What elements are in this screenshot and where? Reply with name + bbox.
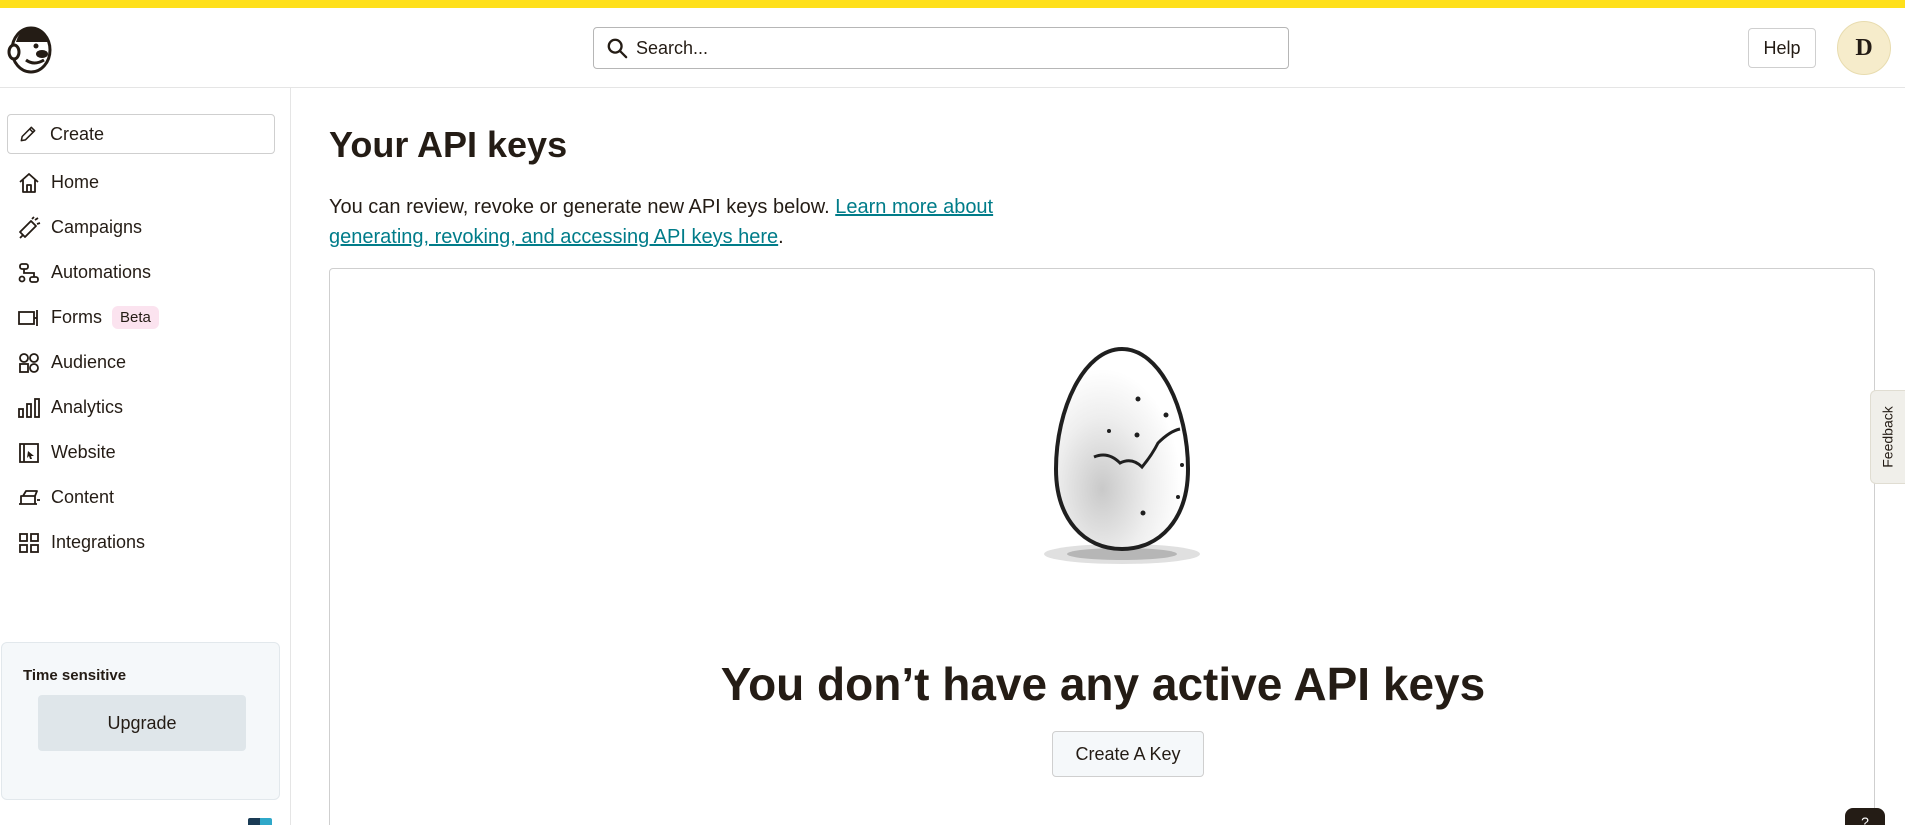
page-description: You can review, revoke or generate new A…	[329, 192, 1089, 252]
help-fab[interactable]: ?	[1845, 808, 1885, 825]
sidebar-item-content[interactable]: Content	[0, 475, 290, 520]
cracked-egg-illustration	[1044, 346, 1200, 564]
content-icon	[16, 485, 42, 511]
grid-icon	[16, 530, 42, 556]
create-key-button[interactable]: Create A Key	[1052, 731, 1204, 777]
sidebar-item-label: Forms	[51, 307, 102, 327]
sidebar-item-campaigns[interactable]: Campaigns	[0, 205, 290, 250]
audience-icon	[16, 350, 42, 376]
sidebar-item-home[interactable]: Home	[0, 160, 290, 205]
sidebar: Create Home Campaigns Automations Forms	[0, 88, 291, 825]
sidebar-item-label: Audience	[51, 352, 127, 372]
sidebar-item-analytics[interactable]: Analytics	[0, 385, 290, 430]
bar-chart-icon	[16, 395, 42, 421]
description-suffix: .	[778, 226, 784, 248]
main-content: Your API keys You can review, revoke or …	[291, 88, 1905, 825]
mailchimp-logo-icon[interactable]	[6, 22, 56, 76]
beta-badge: Beta	[112, 306, 159, 329]
top-header: Help D	[0, 8, 1905, 88]
search-input[interactable]	[636, 37, 1276, 59]
time-sensitive-label: Time sensitive	[23, 667, 127, 684]
sidebar-item-label: Website	[51, 442, 116, 462]
app-switcher-icon[interactable]	[248, 818, 272, 825]
upgrade-button[interactable]: Upgrade	[38, 695, 246, 751]
empty-state-title: You don’t have any active API keys	[720, 658, 1486, 710]
automation-icon	[16, 260, 42, 286]
sidebar-item-website[interactable]: Website	[0, 430, 290, 475]
sidebar-item-label: Home	[51, 172, 100, 192]
help-button[interactable]: Help	[1748, 28, 1816, 68]
upgrade-panel: Time sensitive Upgrade	[1, 642, 280, 800]
sidebar-item-integrations[interactable]: Integrations	[0, 520, 290, 565]
avatar[interactable]: D	[1837, 21, 1891, 75]
sidebar-item-label: Automations	[51, 262, 152, 282]
sidebar-item-label: Content	[51, 487, 115, 507]
create-button[interactable]: Create	[7, 114, 275, 154]
form-icon	[16, 305, 42, 331]
sidebar-item-forms[interactable]: Forms Beta	[0, 295, 290, 340]
pencil-icon	[20, 126, 36, 142]
sidebar-item-label: Analytics	[51, 397, 124, 417]
page-title: Your API keys	[329, 124, 568, 165]
description-text: You can review, revoke or generate new A…	[329, 196, 836, 218]
search-icon	[607, 38, 628, 59]
feedback-label: Feedback	[1880, 406, 1897, 468]
api-keys-card: You don’t have any active API keys Creat…	[329, 268, 1875, 825]
megaphone-icon	[16, 215, 42, 241]
sidebar-item-label: Campaigns	[51, 217, 143, 237]
feedback-tab[interactable]: Feedback	[1870, 390, 1905, 484]
sidebar-item-automations[interactable]: Automations	[0, 250, 290, 295]
sidebar-nav: Home Campaigns Automations Forms Beta Au…	[0, 160, 290, 565]
sidebar-item-label: Integrations	[51, 532, 146, 552]
home-icon	[16, 170, 42, 196]
create-label: Create	[50, 123, 105, 144]
website-icon	[16, 440, 42, 466]
brand-stripe	[0, 0, 1905, 8]
sidebar-item-audience[interactable]: Audience	[0, 340, 290, 385]
search-bar[interactable]	[593, 27, 1289, 69]
